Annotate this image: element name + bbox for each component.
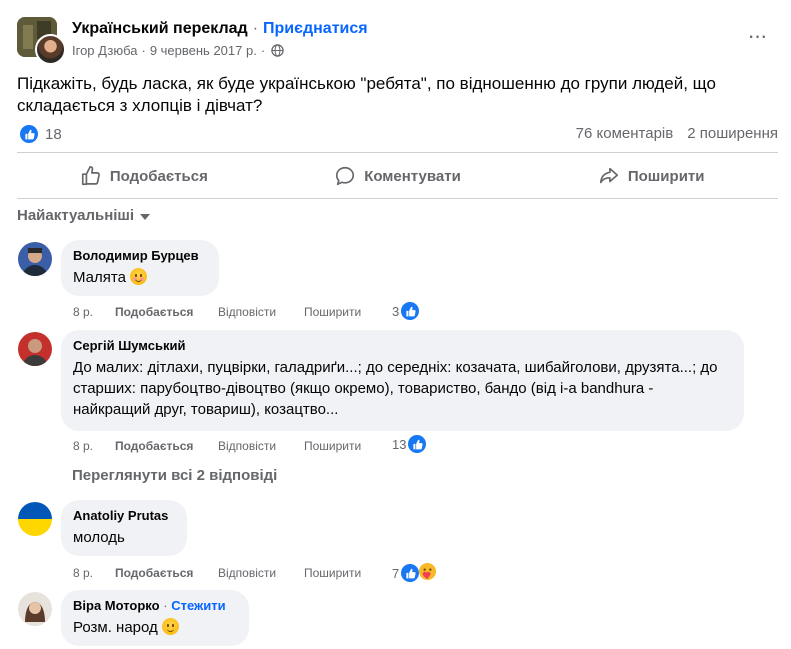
- more-options-icon[interactable]: ···: [744, 25, 770, 52]
- comment-text: Розм. народ: [73, 617, 237, 638]
- comment-bubble: Anatoliy Prutas молодь: [61, 500, 187, 556]
- comment-actions: 8 р. Подобається Відповісти Поширити: [73, 305, 394, 319]
- smile-emoji-icon: [161, 618, 179, 635]
- comment-reaction-count: 3: [392, 303, 400, 319]
- comment-reactions[interactable]: 7: [392, 562, 437, 584]
- care-reaction-icon: [418, 562, 437, 584]
- comment-bubble: Володимир Бурцев Малята: [61, 240, 219, 296]
- post-text: Підкажіть, будь ласка, як буде українськ…: [17, 74, 716, 115]
- separator: ·: [163, 598, 168, 613]
- globe-icon: [271, 44, 284, 57]
- comment-share-button[interactable]: Поширити: [304, 439, 394, 453]
- divider: [17, 152, 778, 153]
- share-button-label: Поширити: [627, 167, 705, 185]
- commenter-avatar[interactable]: [18, 242, 52, 276]
- comment-sort-dropdown[interactable]: Найактуальніші: [17, 207, 151, 224]
- commenter-name[interactable]: Anatoliy Prutas: [73, 508, 175, 524]
- commenter-avatar[interactable]: [18, 592, 52, 626]
- comment-reaction-count: 13: [392, 436, 407, 452]
- like-reaction-icon: [401, 564, 420, 582]
- comment-reaction-count: 7: [392, 565, 400, 581]
- comment-text-content: Розм. народ: [73, 619, 158, 636]
- comment-time[interactable]: 8 р.: [73, 566, 115, 580]
- separator: ·: [252, 20, 259, 37]
- thumbs-up-icon: [81, 166, 100, 186]
- comment-bubble: Віра Моторко · Стежити Розм. народ: [61, 590, 249, 646]
- comment-reply-button[interactable]: Відповісти: [218, 305, 304, 319]
- join-group-link[interactable]: Приєднатися: [263, 20, 368, 37]
- reactions-summary[interactable]: 18: [20, 125, 62, 143]
- like-button-label: Подобається: [109, 167, 208, 185]
- author-avatar[interactable]: [35, 34, 66, 65]
- comment-button-label: Коментувати: [364, 167, 461, 185]
- share-button[interactable]: Поширити: [524, 156, 778, 196]
- comment-text: До малих: дітлахи, пуцвірки, галадриґи..…: [73, 359, 718, 418]
- comment-like-button[interactable]: Подобається: [115, 439, 218, 453]
- comment-bubble: Сергій Шумський До малих: дітлахи, пуцві…: [61, 330, 744, 431]
- engagement-counts: 76 коментарів 2 поширення: [576, 125, 778, 142]
- like-reaction-icon: [20, 125, 38, 143]
- author-name-link[interactable]: Ігор Дзюба: [72, 43, 137, 58]
- group-name-link[interactable]: Український переклад: [72, 20, 248, 37]
- caret-down-icon: [140, 213, 151, 220]
- comment-text-content: Малята: [73, 269, 126, 286]
- share-arrow-icon: [599, 167, 618, 184]
- comment-like-button[interactable]: Подобається: [115, 566, 218, 580]
- shares-count-link[interactable]: 2 поширення: [687, 125, 778, 142]
- comment-reactions[interactable]: 3: [392, 302, 420, 320]
- commenter-avatar[interactable]: [18, 502, 52, 536]
- follow-link[interactable]: Стежити: [171, 598, 225, 613]
- blush-emoji-icon: [130, 268, 148, 285]
- sort-label: Найактуальніші: [17, 207, 135, 224]
- commenter-name[interactable]: Віра Моторко: [73, 598, 160, 613]
- comment-time[interactable]: 8 р.: [73, 439, 115, 453]
- comment-text: Малята: [73, 267, 207, 288]
- comments-count-link[interactable]: 76 коментарів: [576, 125, 674, 142]
- comment-share-button[interactable]: Поширити: [304, 305, 394, 319]
- like-reaction-icon: [408, 435, 427, 453]
- comment-time[interactable]: 8 р.: [73, 305, 115, 319]
- comment-actions: 8 р. Подобається Відповісти Поширити: [73, 439, 394, 453]
- comment-like-button[interactable]: Подобається: [115, 305, 218, 319]
- like-reaction-icon: [401, 302, 420, 320]
- post-meta: Ігор Дзюба · 9 червень 2017 р. ·: [72, 43, 284, 58]
- post-action-bar: Подобається Коментувати Поширити: [17, 156, 778, 196]
- comment-button[interactable]: Коментувати: [271, 156, 525, 196]
- comment-bubble-icon: [336, 166, 355, 186]
- reaction-count: 18: [45, 125, 62, 143]
- like-button[interactable]: Подобається: [17, 156, 271, 196]
- comment-reactions[interactable]: 13: [392, 435, 427, 453]
- separator: ·: [260, 43, 266, 58]
- comment-reply-button[interactable]: Відповісти: [218, 439, 304, 453]
- comment-share-button[interactable]: Поширити: [304, 566, 394, 580]
- commenter-name[interactable]: Володимир Бурцев: [73, 248, 207, 264]
- commenter-header: Віра Моторко · Стежити: [73, 598, 237, 614]
- commenter-avatar[interactable]: [18, 332, 52, 366]
- divider: [17, 198, 778, 199]
- view-replies-link[interactable]: Переглянути всі 2 відповіді: [72, 467, 277, 484]
- commenter-name[interactable]: Сергій Шумський: [73, 338, 732, 354]
- post-header: Український переклад · Приєднатися: [72, 20, 368, 38]
- separator: ·: [141, 43, 146, 58]
- post-date[interactable]: 9 червень 2017 р.: [150, 43, 257, 58]
- comment-actions: 8 р. Подобається Відповісти Поширити: [73, 566, 394, 580]
- comment-reply-button[interactable]: Відповісти: [218, 566, 304, 580]
- comment-text: молодь: [73, 529, 125, 546]
